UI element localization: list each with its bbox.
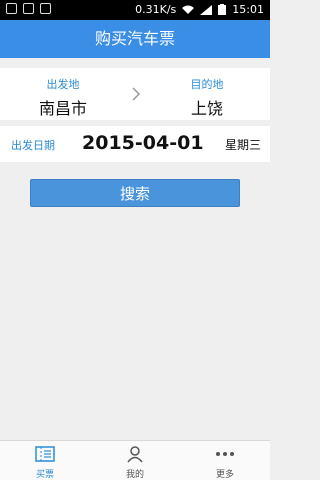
clock: 15:01 xyxy=(232,3,264,16)
search-button[interactable]: 搜索 xyxy=(30,179,240,207)
ticket-icon xyxy=(35,446,55,462)
departure-city-picker[interactable]: 出发地 南昌市 xyxy=(13,76,113,119)
weekday: 星期三 xyxy=(224,138,261,152)
destination-label: 目的地 xyxy=(190,78,224,91)
date-label: 出发日期 xyxy=(11,139,55,152)
status-bar: 0.31K/s 15:01 xyxy=(0,0,270,20)
usb-icon xyxy=(40,3,51,14)
tab-label: 买票 xyxy=(35,470,54,480)
tab-buy-ticket[interactable]: 买票 xyxy=(15,444,75,480)
tab-label: 我的 xyxy=(125,470,144,480)
wifi-icon xyxy=(182,5,195,14)
image-icon xyxy=(6,3,17,14)
route-selector: 出发地 南昌市 目的地 上饶 xyxy=(0,68,270,120)
battery-icon xyxy=(218,4,227,15)
departure-city: 南昌市 xyxy=(38,99,87,118)
date-picker[interactable]: 出发日期 2015-04-01 星期三 xyxy=(0,126,270,162)
tab-label: 更多 xyxy=(215,470,234,480)
destination-city-picker[interactable]: 目的地 上饶 xyxy=(157,76,257,119)
notification-icon xyxy=(23,3,34,14)
app-bar-title: 购买汽车票 xyxy=(0,20,270,58)
date-value: 2015-04-01 xyxy=(82,132,204,154)
network-speed: 0.31K/s xyxy=(135,3,177,16)
tab-more[interactable]: 更多 xyxy=(195,444,255,480)
signal-icon xyxy=(200,4,213,15)
chevron-right-icon xyxy=(132,87,141,101)
destination-city: 上饶 xyxy=(190,99,223,118)
user-icon xyxy=(127,446,143,463)
more-icon xyxy=(216,452,234,456)
bottom-tab-bar: 买票 我的 更多 xyxy=(0,440,270,480)
tab-mine[interactable]: 我的 xyxy=(105,444,165,480)
departure-label: 出发地 xyxy=(46,78,80,91)
